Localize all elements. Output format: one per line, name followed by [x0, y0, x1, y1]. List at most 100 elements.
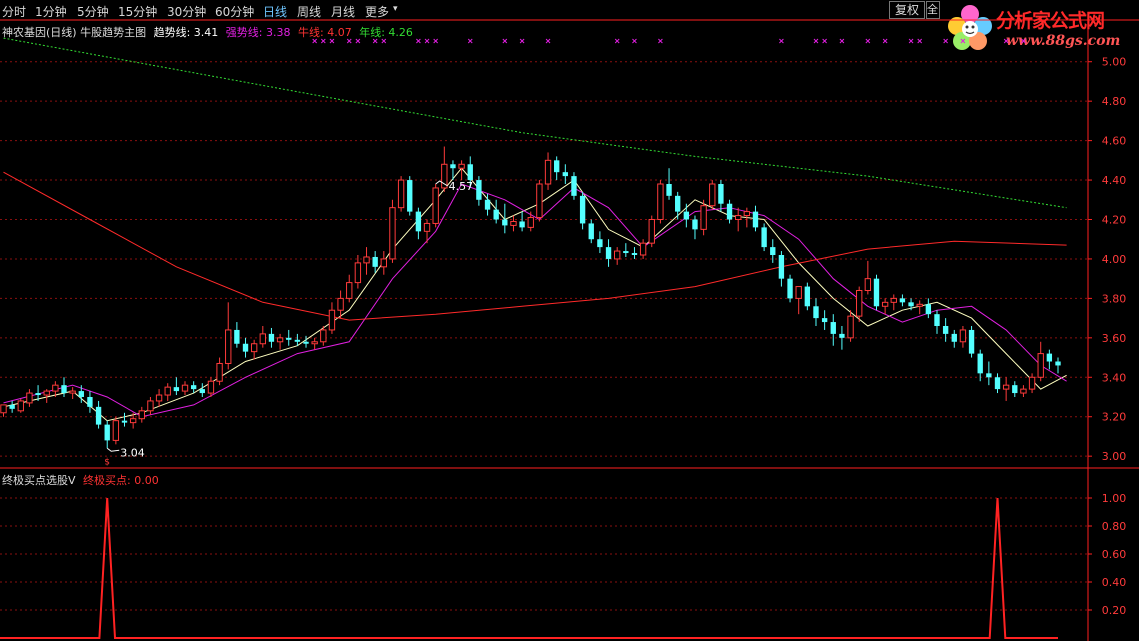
candle [839, 326, 845, 350]
candle-body [778, 255, 785, 279]
series-line-trend [3, 167, 1067, 422]
cross-marker [372, 38, 378, 44]
candle [337, 290, 344, 319]
buy-signal-marker: $ [104, 457, 110, 467]
candle [735, 207, 742, 232]
candle [173, 377, 180, 396]
candle-body [181, 384, 189, 392]
candle [510, 215, 517, 232]
candle-body [104, 424, 110, 441]
peak-price-label: 4.57 [449, 180, 474, 193]
candle-body [916, 303, 923, 307]
candle-body [1055, 361, 1061, 366]
candle-body [623, 251, 629, 254]
candle-body [588, 223, 594, 240]
candle [631, 247, 638, 259]
candle [95, 400, 102, 429]
cross-marker [1003, 38, 1009, 44]
candle [363, 247, 370, 275]
candle-body [493, 209, 499, 220]
cross-marker [822, 38, 827, 44]
candle-body [959, 329, 967, 343]
candle-body [821, 318, 828, 323]
candle [164, 383, 171, 401]
candle [562, 164, 569, 184]
candle [856, 286, 863, 323]
candle-body [890, 297, 897, 303]
candle [372, 251, 378, 273]
candle [527, 211, 534, 232]
candle [155, 389, 163, 407]
candle-body [259, 333, 266, 345]
candle-body [423, 222, 431, 232]
candle [683, 203, 690, 228]
candle-body [1012, 385, 1018, 394]
candle [1046, 349, 1053, 370]
stock-chart[interactable]: 5.00 4.80 4.60 4.40 4.20 4.00 3.80 3.60 3.40 3.20… [0, 0, 1139, 641]
candle [121, 412, 128, 427]
candle [311, 337, 318, 350]
indicator-y-tick-label: 0.60 [1102, 548, 1127, 561]
candle [407, 176, 413, 216]
candle-body [242, 343, 249, 352]
indicator-line-ultimate-buy [0, 497, 1058, 639]
candle [415, 207, 422, 240]
candle [1055, 357, 1061, 374]
candle-body [415, 211, 422, 232]
candle-body [986, 373, 992, 378]
candle [87, 391, 93, 413]
candle-body [147, 400, 154, 412]
candle-body [1002, 384, 1010, 390]
candle [138, 406, 145, 423]
candle [397, 176, 405, 212]
candle-body [605, 247, 612, 259]
candle-body [458, 163, 465, 169]
cross-marker [433, 38, 439, 44]
y-tick-label: 3.60 [1102, 332, 1127, 345]
candle [43, 389, 50, 403]
candle-body [43, 390, 50, 396]
candle [752, 205, 759, 232]
candle-body [847, 315, 854, 339]
cross-marker [632, 38, 637, 44]
candle [544, 152, 552, 190]
cross-marker [943, 38, 948, 44]
candle [536, 180, 543, 222]
candle-body [675, 195, 681, 212]
candle-body [864, 278, 872, 291]
cross-marker [320, 38, 326, 44]
candle [675, 191, 681, 220]
candle-body [467, 164, 473, 181]
candle [1037, 341, 1044, 382]
candle-body [35, 393, 41, 396]
candle-body [311, 341, 318, 345]
candle [795, 286, 802, 315]
candle [890, 294, 897, 311]
candle-body [881, 301, 889, 307]
cross-marker [839, 38, 845, 44]
candle-body [519, 221, 525, 228]
cross-marker [813, 38, 819, 44]
candle [934, 310, 940, 334]
candle [389, 199, 396, 263]
candle [847, 310, 854, 342]
y-tick-label: 4.40 [1102, 174, 1127, 187]
candle-body [138, 410, 145, 420]
candle-body [787, 278, 793, 299]
candle-body [544, 159, 552, 185]
candle [346, 274, 353, 303]
series-line-strong [3, 183, 1067, 418]
candle [942, 318, 949, 342]
candle [476, 176, 482, 206]
cross-marker [346, 38, 352, 44]
candle-body [389, 207, 396, 260]
candle-body [743, 211, 751, 217]
candle [881, 298, 889, 315]
candle-body [657, 183, 664, 220]
candle-body [968, 329, 975, 354]
cross-marker [329, 38, 335, 44]
candle-body [510, 220, 517, 226]
candle-body [61, 385, 67, 394]
candle [830, 314, 836, 346]
candle-body [856, 290, 863, 317]
